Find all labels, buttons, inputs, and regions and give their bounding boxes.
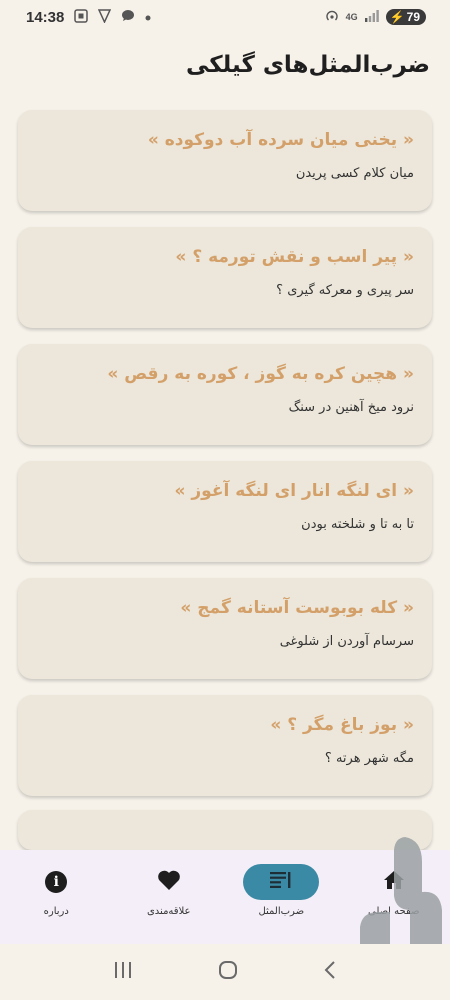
nav-favorites-pill[interactable] xyxy=(131,864,207,900)
proverb-card[interactable]: « یخنی میان سرده آب دوکوده » میان کلام ک… xyxy=(18,110,432,211)
vpn-shield-icon xyxy=(98,8,112,26)
proverb-title: « یخنی میان سرده آب دوکوده » xyxy=(147,130,414,150)
nav-proverbs[interactable]: ضرب‌المثل xyxy=(236,864,326,917)
status-right: 4G ⚡ 79 xyxy=(325,9,426,26)
nav-favorites-label: علاقه‌مندی xyxy=(146,906,191,917)
signal-icon xyxy=(364,9,379,25)
nav-proverbs-label: ضرب‌المثل xyxy=(258,906,305,917)
nav-about[interactable]: i درباره xyxy=(11,864,101,917)
heart-icon xyxy=(157,869,181,895)
recent-apps-icon[interactable] xyxy=(113,960,133,984)
proverb-title: « هچین کره به گوز ، کوره به رقص » xyxy=(107,364,414,384)
home-button-icon[interactable] xyxy=(218,960,238,985)
proverb-meaning: مگه شهر هرته ؟ xyxy=(324,751,414,766)
status-bar: 14:38 4G ⚡ 79 xyxy=(0,0,450,34)
hotspot-icon xyxy=(325,9,339,26)
page-title: ضرب‌المثل‌های گیلکی xyxy=(186,52,430,78)
status-time: 14:38 xyxy=(26,8,65,26)
nav-about-pill[interactable]: i xyxy=(18,864,94,900)
proverb-title: « بوز باغ مگر ؟ » xyxy=(270,715,414,735)
proverb-title: « کله بوبوست آستانه گمج » xyxy=(180,598,414,618)
proverb-card[interactable]: « پیر اسب و نقش تورمه ؟ » سر پیری و معرک… xyxy=(18,227,432,328)
proverb-card[interactable]: « ای لنگه انار ای لنگه آغوز » تا به تا و… xyxy=(18,461,432,562)
charging-bolt-icon: ⚡ xyxy=(389,10,405,24)
nav-proverbs-pill[interactable] xyxy=(243,864,320,900)
proverb-title: « ای لنگه انار ای لنگه آغوز » xyxy=(174,481,414,501)
battery-level: 79 xyxy=(406,10,420,24)
screenshot-icon xyxy=(74,8,89,26)
proverb-title: « پیر اسب و نقش تورمه ؟ » xyxy=(175,247,414,267)
proverb-meaning: نرود میخ آهنین در سنگ xyxy=(288,400,414,415)
proverb-meaning: میان کلام کسی پریدن xyxy=(295,166,414,181)
battery-indicator: ⚡ 79 xyxy=(385,9,426,25)
system-navigation-bar xyxy=(0,944,450,1000)
notification-dot-icon xyxy=(145,10,151,24)
status-left: 14:38 xyxy=(26,9,151,26)
info-icon: i xyxy=(45,871,68,893)
back-icon[interactable] xyxy=(323,960,337,985)
proverb-card[interactable]: « بوز باغ مگر ؟ » مگه شهر هرته ؟ xyxy=(18,695,432,796)
proverb-meaning: تا به تا و شلخته بودن xyxy=(301,517,414,532)
proverb-card[interactable]: « کله بوبوست آستانه گمج » سرسام آوردن از… xyxy=(18,578,432,679)
proverb-list[interactable]: « یخنی میان سرده آب دوکوده » میان کلام ک… xyxy=(18,110,432,850)
chat-bubble-icon xyxy=(121,9,135,25)
nav-favorites[interactable]: علاقه‌مندی xyxy=(124,864,214,917)
list-icon xyxy=(270,872,292,892)
nav-about-label: درباره xyxy=(43,906,69,917)
proverb-meaning: سر پیری و معرکه گیری ؟ xyxy=(276,283,414,298)
network-type-label: 4G xyxy=(345,11,358,22)
proverb-meaning: سرسام آوردن از شلوغی xyxy=(279,634,414,649)
proverb-card[interactable]: « هچین کره به گوز ، کوره به رقص » نرود م… xyxy=(18,344,432,445)
